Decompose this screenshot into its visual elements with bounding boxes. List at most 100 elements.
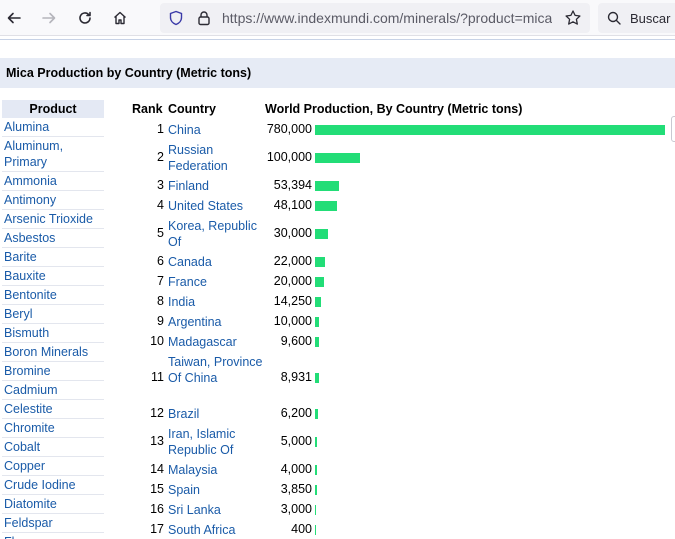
production-value: 5,000	[280, 434, 312, 448]
production-value: 22,000	[273, 254, 312, 268]
sidebar-item-crude-iodine[interactable]: Crude Iodine	[2, 476, 104, 495]
production-value: 9,600	[280, 334, 312, 348]
production-value: 400	[291, 522, 312, 536]
search-box[interactable]: Buscar	[598, 3, 675, 33]
country-link[interactable]: France	[168, 274, 264, 290]
search-placeholder: Buscar	[630, 11, 671, 26]
sidebar-item-bentonite[interactable]: Bentonite	[2, 286, 104, 305]
production-bar	[315, 229, 328, 239]
production-value: 48,100	[273, 198, 312, 212]
rank-cell: 13	[150, 434, 164, 448]
rank-cell: 2	[157, 150, 164, 164]
table-row: 12 Brazil 6,200	[120, 406, 675, 422]
side-panel-handle[interactable]	[671, 116, 675, 142]
sidebar-item-cadmium[interactable]: Cadmium	[2, 381, 104, 400]
rank-cell: 4	[157, 198, 164, 212]
country-link[interactable]: Sri Lanka	[168, 502, 264, 518]
sidebar-item-ammonia[interactable]: Ammonia	[2, 172, 104, 191]
sidebar-heading: Product	[2, 100, 104, 118]
sidebar-item-alumina[interactable]: Alumina	[2, 118, 104, 137]
production-bar	[315, 201, 337, 211]
home-icon[interactable]	[108, 6, 132, 30]
rank-cell: 7	[157, 274, 164, 288]
production-bar	[315, 465, 317, 475]
lock-icon[interactable]	[196, 10, 212, 26]
production-value: 3,850	[280, 482, 312, 496]
sidebar-item-bismuth[interactable]: Bismuth	[2, 324, 104, 343]
tracking-shield-icon[interactable]	[168, 10, 184, 26]
back-arrow-icon[interactable]	[2, 6, 26, 30]
production-value: 10,000	[273, 314, 312, 328]
sidebar-item-arsenic-trioxide[interactable]: Arsenic Trioxide	[2, 210, 104, 229]
product-sidebar: Product Alumina Aluminum, Primary Ammonia A…	[2, 100, 104, 539]
sidebar-item-bromine[interactable]: Bromine	[2, 362, 104, 381]
production-value: 3,000	[280, 502, 312, 516]
table-row: 2 Russian Federation 100,000	[120, 142, 675, 174]
sidebar-item-barite[interactable]: Barite	[2, 248, 104, 267]
production-bar	[315, 409, 318, 419]
breadcrumb	[0, 37, 675, 40]
production-header: World Production, By Country (Metric ton…	[265, 102, 523, 116]
country-link[interactable]: Malaysia	[168, 462, 264, 478]
production-value: 53,394	[273, 178, 312, 192]
country-link[interactable]: India	[168, 294, 264, 310]
rank-cell: 16	[150, 502, 164, 516]
sidebar-item-copper[interactable]: Copper	[2, 457, 104, 476]
country-link[interactable]: Argentina	[168, 314, 264, 330]
sidebar-item-boron-minerals[interactable]: Boron Minerals	[2, 343, 104, 362]
table-row: 5 Korea, Republic Of 30,000	[120, 218, 675, 250]
production-bar	[315, 181, 339, 191]
sidebar-item-aluminum-primary[interactable]: Aluminum, Primary	[2, 137, 104, 172]
country-link[interactable]: Spain	[168, 482, 264, 498]
page-title-bar: Mica Production by Country (Metric tons)	[0, 58, 675, 88]
country-link[interactable]: Madagascar	[168, 334, 264, 350]
sidebar-item-beryl[interactable]: Beryl	[2, 305, 104, 324]
country-link[interactable]: South Africa	[168, 522, 264, 538]
search-icon	[607, 11, 621, 25]
production-value: 30,000	[273, 226, 312, 240]
page-title: Mica Production by Country (Metric tons)	[6, 66, 252, 80]
table-row: 1 China 780,000	[120, 122, 675, 138]
table-row: 10 Madagascar 9,600	[120, 334, 675, 350]
country-link[interactable]: Russian Federation	[168, 142, 264, 174]
rank-cell: 9	[157, 314, 164, 328]
sidebar-item-celestite[interactable]: Celestite	[2, 400, 104, 419]
rank-cell: 15	[150, 482, 164, 496]
browser-toolbar: https://www.indexmundi.com/minerals/?pro…	[0, 0, 675, 36]
url-text[interactable]: https://www.indexmundi.com/minerals/?pro…	[222, 10, 552, 26]
sidebar-item-asbestos[interactable]: Asbestos	[2, 229, 104, 248]
sidebar-item-antimony[interactable]: Antimony	[2, 191, 104, 210]
sidebar-item-feldspar[interactable]: Feldspar	[2, 514, 104, 533]
country-link[interactable]: China	[168, 122, 264, 138]
table-row: 11 Taiwan, Province Of China 8,931	[120, 354, 675, 402]
table-row: 15 Spain 3,850	[120, 482, 675, 498]
production-value: 20,000	[273, 274, 312, 288]
production-bar	[315, 257, 325, 267]
country-link[interactable]: Korea, Republic Of	[168, 218, 264, 250]
sidebar-item-fluorspar[interactable]: Fluorspar	[2, 533, 104, 539]
table-row: 13 Iran, Islamic Republic Of 5,000	[120, 426, 675, 458]
production-value: 4,000	[280, 462, 312, 476]
sidebar-item-chromite[interactable]: Chromite	[2, 419, 104, 438]
table-row: 3 Finland 53,394	[120, 178, 675, 194]
country-link[interactable]: Taiwan, Province Of China	[168, 354, 264, 386]
country-link[interactable]: United States	[168, 198, 264, 214]
production-bar	[315, 153, 360, 163]
forward-arrow-icon[interactable]	[37, 6, 61, 30]
production-bar	[315, 277, 324, 287]
table-row: 17 South Africa 400	[120, 522, 675, 538]
table-row: 16 Sri Lanka 3,000	[120, 502, 675, 518]
reload-icon[interactable]	[73, 6, 97, 30]
address-bar[interactable]: https://www.indexmundi.com/minerals/?pro…	[160, 3, 590, 33]
table-row: 7 France 20,000	[120, 274, 675, 290]
production-bar	[315, 373, 319, 383]
country-link[interactable]: Iran, Islamic Republic Of	[168, 426, 264, 458]
country-link[interactable]: Brazil	[168, 406, 264, 422]
sidebar-item-bauxite[interactable]: Bauxite	[2, 267, 104, 286]
sidebar-item-cobalt[interactable]: Cobalt	[2, 438, 104, 457]
country-link[interactable]: Finland	[168, 178, 264, 194]
bookmark-star-icon[interactable]	[564, 9, 582, 27]
sidebar-item-diatomite[interactable]: Diatomite	[2, 495, 104, 514]
country-header: Country	[168, 102, 216, 116]
country-link[interactable]: Canada	[168, 254, 264, 270]
